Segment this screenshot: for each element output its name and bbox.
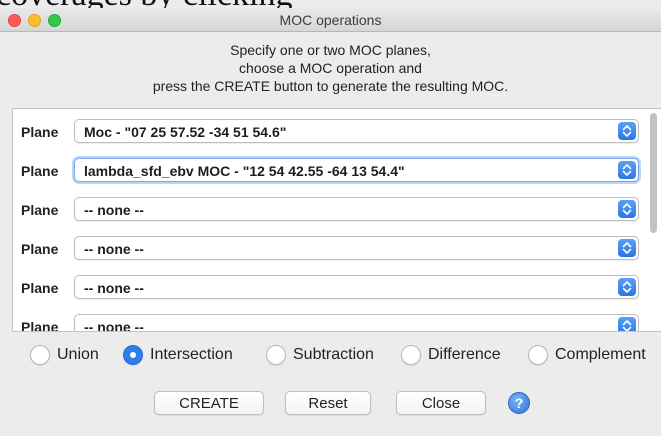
plane-list-panel: Plane Moc - "07 25 57.52 -34 51 54.6" Pl… <box>12 108 661 332</box>
plane-select-4[interactable]: -- none -- <box>74 236 639 260</box>
plane-row-6: Plane -- none -- <box>13 312 653 332</box>
chevron-up-down-icon[interactable] <box>618 317 636 331</box>
plane-label: Plane <box>21 241 59 257</box>
chevron-up-down-icon[interactable] <box>618 239 636 257</box>
plane-list-scrollbar[interactable] <box>650 113 657 233</box>
radio-label: Intersection <box>150 346 233 363</box>
title-bar: MOC operations <box>0 8 661 32</box>
radio-button[interactable] <box>266 345 286 365</box>
plane-select-value: -- none -- <box>84 202 144 218</box>
chevron-up-down-icon[interactable] <box>618 278 636 296</box>
plane-select-6[interactable]: -- none -- <box>74 314 639 332</box>
plane-label: Plane <box>21 124 59 140</box>
instructions: Specify one or two MOC planes, choose a … <box>0 41 661 95</box>
radio-label: Difference <box>428 346 501 363</box>
radio-button-selected[interactable] <box>123 345 143 365</box>
plane-select-value: Moc - "07 25 57.52 -34 51 54.6" <box>84 124 287 140</box>
plane-row-4: Plane -- none -- <box>13 234 653 262</box>
plane-row-5: Plane -- none -- <box>13 273 653 301</box>
instruction-line-1: Specify one or two MOC planes, <box>230 42 431 58</box>
plane-select-3[interactable]: -- none -- <box>74 197 639 221</box>
window-title: MOC operations <box>279 12 382 28</box>
plane-row-3: Plane -- none -- <box>13 195 653 223</box>
plane-label: Plane <box>21 163 59 179</box>
instruction-line-2: choose a MOC operation and <box>239 60 422 76</box>
chevron-up-down-icon[interactable] <box>618 161 636 179</box>
close-button[interactable]: Close <box>396 391 486 415</box>
radio-button[interactable] <box>401 345 421 365</box>
plane-select-5[interactable]: -- none -- <box>74 275 639 299</box>
radio-label: Complement <box>555 346 646 363</box>
create-button[interactable]: CREATE <box>154 391 264 415</box>
plane-row-2: Plane lambda_sfd_ebv MOC - "12 54 42.55 … <box>13 156 653 184</box>
plane-label: Plane <box>21 319 59 332</box>
plane-select-1[interactable]: Moc - "07 25 57.52 -34 51 54.6" <box>74 119 639 143</box>
plane-select-value: -- none -- <box>84 241 144 257</box>
radio-label: Subtraction <box>293 346 374 363</box>
radio-button[interactable] <box>528 345 548 365</box>
plane-label: Plane <box>21 202 59 218</box>
plane-row-1: Plane Moc - "07 25 57.52 -34 51 54.6" <box>13 117 653 145</box>
plane-select-value: -- none -- <box>84 280 144 296</box>
help-icon[interactable]: ? <box>508 392 530 414</box>
operation-radio-group: Union Intersection Subtraction Differenc… <box>30 344 660 366</box>
plane-label: Plane <box>21 280 59 296</box>
plane-select-value: lambda_sfd_ebv MOC - "12 54 42.55 -64 13… <box>84 163 405 179</box>
plane-select-2[interactable]: lambda_sfd_ebv MOC - "12 54 42.55 -64 13… <box>74 158 639 182</box>
radio-label: Union <box>57 346 99 363</box>
plane-select-value: -- none -- <box>84 319 144 332</box>
chevron-up-down-icon[interactable] <box>618 200 636 218</box>
reset-button[interactable]: Reset <box>285 391 371 415</box>
radio-button[interactable] <box>30 345 50 365</box>
instruction-line-3: press the CREATE button to generate the … <box>152 78 509 94</box>
chevron-up-down-icon[interactable] <box>618 122 636 140</box>
